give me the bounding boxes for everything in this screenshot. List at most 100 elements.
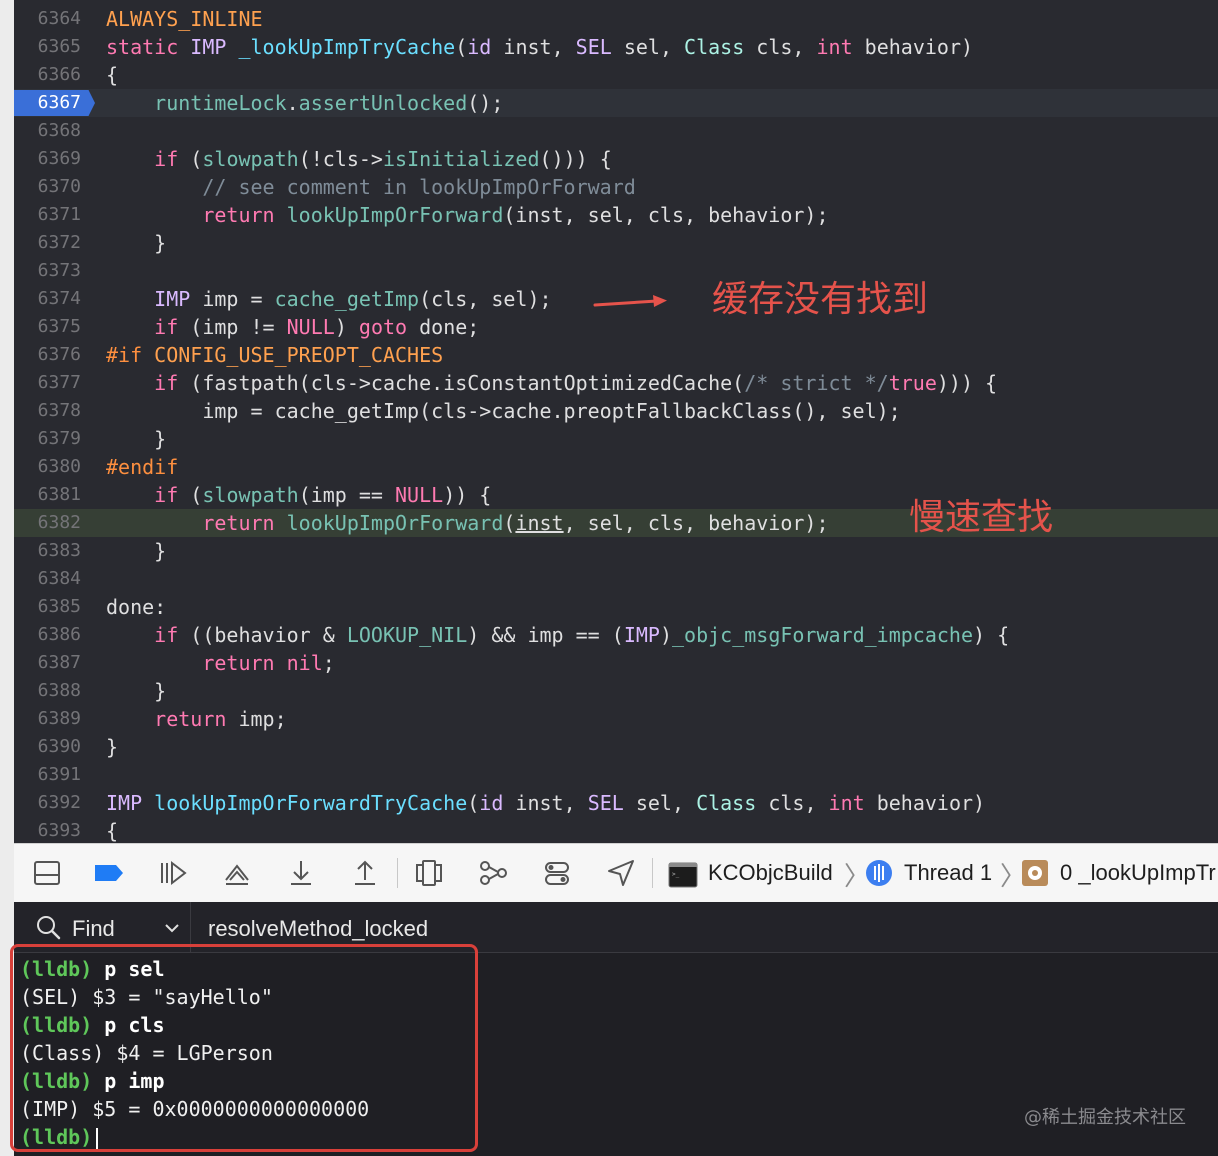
code-line[interactable]: 6369 if (slowpath(!cls->isInitialized())… [14, 145, 1218, 173]
source-editor[interactable]: 6364 ALWAYS_INLINE 6365 static IMP _lookUpI… [14, 0, 1218, 843]
code-line[interactable]: 6380 #endif [14, 453, 1218, 481]
code-line[interactable]: 6366 { [14, 61, 1218, 89]
code-line[interactable]: 6378 imp = cache_getImp(cls->cache.preop… [14, 397, 1218, 425]
terminal-app-icon: >_ [668, 862, 698, 888]
step-out-icon[interactable] [350, 858, 380, 888]
line-number[interactable]: 6379 [14, 425, 81, 453]
line-number[interactable]: 6364 [14, 5, 81, 33]
environment-overrides-icon[interactable] [542, 858, 572, 888]
code-line[interactable]: 6387 return nil; [14, 649, 1218, 677]
code-line[interactable]: 6388 } [14, 677, 1218, 705]
breakpoints-toggle-icon[interactable] [94, 858, 124, 888]
simulate-location-icon[interactable] [606, 858, 636, 888]
code-text: IMP lookUpImpOrForwardTryCache(id inst, … [106, 791, 986, 815]
line-number[interactable]: 6375 [14, 313, 81, 341]
line-number[interactable]: 6377 [14, 369, 81, 397]
line-number[interactable]: 6384 [14, 565, 81, 593]
line-number[interactable]: 6386 [14, 621, 81, 649]
line-number[interactable]: 6373 [14, 257, 81, 285]
code-text: IMP imp = cache_getImp(cls, sel); [154, 287, 552, 311]
code-line[interactable]: 6372 } [14, 229, 1218, 257]
code-line[interactable]: 6386 if ((behavior & LOOKUP_NIL) && imp … [14, 621, 1218, 649]
line-number[interactable]: 6381 [14, 481, 81, 509]
line-number[interactable]: 6387 [14, 649, 81, 677]
line-number[interactable]: 6382 [14, 509, 81, 537]
line-number[interactable]: 6369 [14, 145, 81, 173]
line-number[interactable]: 6390 [14, 733, 81, 761]
code-line[interactable]: 6392 IMP lookUpImpOrForwardTryCache(id in… [14, 789, 1218, 817]
line-number[interactable]: 6388 [14, 677, 81, 705]
line-number[interactable]: 6366 [14, 61, 81, 89]
code-text: { [106, 819, 119, 843]
code-text: } [106, 735, 119, 759]
debug-toolbar: >_ KCObjcBuild 〉 Thread 1 〉 0 _lookUpImp… [14, 843, 1218, 903]
annotation-slow-lookup: 慢速查找 [909, 497, 1054, 538]
code-text: if (slowpath(!cls->isInitialized())) { [154, 147, 612, 171]
code-text: return nil; [202, 651, 335, 675]
line-number[interactable]: 6371 [14, 201, 81, 229]
code-line[interactable]: 6390} [14, 733, 1218, 761]
code-line[interactable]: 6373 [14, 257, 1218, 285]
code-text: } [106, 427, 167, 451]
code-line[interactable]: 6368 [14, 117, 1218, 145]
code-text: ALWAYS_INLINE [106, 7, 263, 31]
code-line[interactable]: 6384 [14, 565, 1218, 593]
code-line[interactable]: 6365 static IMP _lookUpImpTryCache(id ins… [14, 33, 1218, 61]
code-line[interactable]: 6385 done: [14, 593, 1218, 621]
code-text: } [106, 539, 167, 563]
view-hierarchy-icon[interactable] [414, 858, 444, 888]
chevron-down-icon[interactable] [164, 922, 180, 934]
svg-text:>_: >_ [672, 871, 680, 878]
annotation-cache-miss: 缓存没有找到 [712, 279, 929, 320]
line-number[interactable]: 6393 [14, 817, 81, 843]
code-line[interactable]: 6371 return lookUpImpOrForward(inst, sel… [14, 201, 1218, 229]
code-text: if (imp != NULL) goto done; [154, 315, 480, 339]
code-text: return lookUpImpOrForward(inst, sel, cls… [202, 511, 829, 535]
line-number[interactable]: 6392 [14, 789, 81, 817]
highlight-box [10, 944, 478, 1152]
code-line[interactable]: 6375 if (imp != NULL) goto done; [14, 313, 1218, 341]
line-number[interactable]: 6378 [14, 397, 81, 425]
code-text: if (slowpath(imp == NULL)) { [154, 483, 492, 507]
annotation-arrow-icon [593, 295, 667, 307]
stack-frame-icon [1022, 860, 1048, 886]
code-line[interactable]: 6370 // see comment in lookUpImpOrForwar… [14, 173, 1218, 201]
code-line[interactable]: 6379 } [14, 425, 1218, 453]
breadcrumb-target[interactable]: KCObjcBuild [708, 860, 833, 886]
watermark: @稀土掘金技术社区 [1024, 1107, 1186, 1128]
code-text: done: [106, 595, 167, 619]
breadcrumb-thread[interactable]: Thread 1 [904, 860, 992, 886]
thread-icon [866, 860, 892, 886]
step-into-icon[interactable] [286, 858, 316, 888]
find-input[interactable]: resolveMethod_locked [208, 916, 428, 942]
code-line[interactable]: 6377 if (fastpath(cls->cache.isConstantO… [14, 369, 1218, 397]
breadcrumb-frame[interactable]: 0 _lookUpImpTr [1060, 860, 1216, 886]
code-line[interactable]: 6393 { [14, 817, 1218, 843]
code-text: #endif [106, 455, 179, 479]
code-line[interactable]: 6389 return imp; [14, 705, 1218, 733]
step-over-icon[interactable] [222, 858, 252, 888]
line-number[interactable]: 6391 [14, 761, 81, 789]
hide-debug-area-icon[interactable] [32, 858, 62, 888]
line-number[interactable]: 6389 [14, 705, 81, 733]
code-line[interactable]: 6364 ALWAYS_INLINE [14, 5, 1218, 33]
line-number[interactable]: 6368 [14, 117, 81, 145]
code-line[interactable]: 6367 runtimeLock.assertUnlocked(); [14, 89, 1218, 117]
code-text: } [106, 679, 167, 703]
find-mode-label[interactable]: Find [72, 916, 115, 942]
code-line[interactable]: 6391 [14, 761, 1218, 789]
line-number[interactable]: 6365 [14, 33, 81, 61]
code-text: static IMP _lookUpImpTryCache(id inst, S… [106, 35, 974, 59]
line-number[interactable]: 6380 [14, 453, 81, 481]
line-number[interactable]: 6372 [14, 229, 81, 257]
continue-icon[interactable] [158, 858, 188, 888]
memory-graph-icon[interactable] [478, 858, 508, 888]
line-number[interactable]: 6385 [14, 593, 81, 621]
line-number[interactable]: 6370 [14, 173, 81, 201]
code-line[interactable]: 6376 #if CONFIG_USE_PREOPT_CACHES [14, 341, 1218, 369]
line-number[interactable]: 6383 [14, 537, 81, 565]
line-number[interactable]: 6374 [14, 285, 81, 313]
line-number[interactable]: 6367 [14, 89, 81, 117]
line-number[interactable]: 6376 [14, 341, 81, 369]
code-line[interactable]: 6383 } [14, 537, 1218, 565]
